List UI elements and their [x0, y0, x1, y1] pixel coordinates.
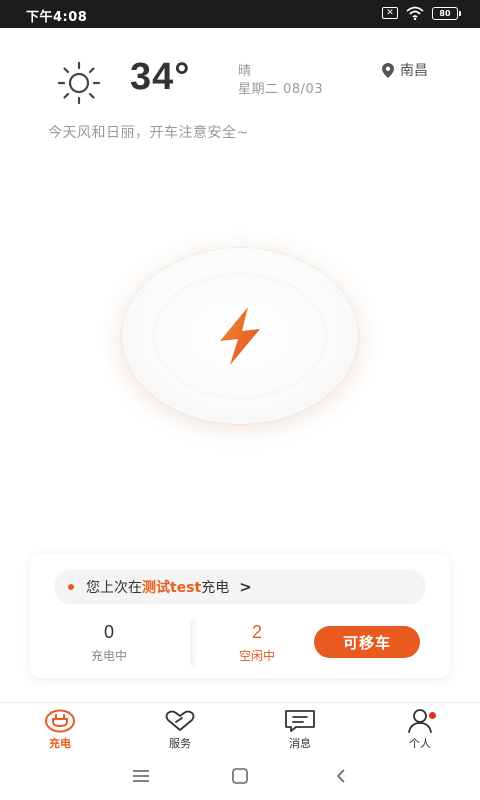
tab-label: 服务 — [169, 737, 191, 750]
charging-count: 0 — [103, 622, 114, 642]
tab-label: 充电 — [49, 737, 71, 750]
status-time: 下午4:08 — [26, 10, 88, 25]
tab-charge[interactable]: 充电 — [20, 709, 100, 751]
location-pin-icon — [382, 62, 394, 78]
home-square-icon — [232, 768, 248, 784]
plug-icon — [45, 709, 75, 733]
menu-icon — [133, 770, 149, 782]
weather-condition: 晴 — [238, 64, 252, 79]
bottom-tab-bar: 充电 服务 消息 个人 — [0, 702, 480, 752]
lightning-bolt-icon — [220, 307, 260, 365]
idle-count: 2 — [251, 622, 262, 642]
last-charge-link[interactable]: 您上次在 测试test 充电 > — [54, 570, 426, 604]
no-sim-icon: ✕ — [382, 7, 398, 19]
chevron-right-icon: > — [239, 578, 252, 596]
battery-icon: 80 — [432, 6, 461, 20]
sun-icon — [57, 61, 101, 105]
menu-nav-button[interactable] — [131, 766, 151, 786]
status-bar: 下午4:08 ✕ 80 — [0, 0, 480, 28]
last-charge-prefix: 您上次在 — [86, 580, 142, 596]
notification-badge — [429, 712, 436, 719]
last-charge-suffix: 充电 — [201, 580, 230, 596]
message-icon — [285, 710, 315, 732]
battery-level: 80 — [439, 8, 451, 18]
station-name: 测试test — [142, 580, 202, 596]
charging-label: 充电中 — [90, 649, 127, 663]
back-chevron-icon — [337, 769, 345, 783]
tab-service[interactable]: 服务 — [140, 709, 220, 751]
tab-messages[interactable]: 消息 — [260, 709, 340, 751]
charge-button[interactable] — [122, 248, 358, 424]
tab-label: 个人 — [409, 737, 431, 750]
charging-info-card: 您上次在 测试test 充电 > 0 充电中 2 空闲中 可移车 — [30, 554, 450, 678]
charging-stat: 0 充电中 — [64, 622, 154, 664]
heart-tag-icon — [165, 710, 195, 731]
idle-label: 空闲中 — [238, 649, 275, 663]
safety-tip: 今天风和日丽，开车注意安全~ — [48, 125, 249, 141]
system-nav-bar — [0, 752, 480, 800]
location-selector[interactable]: 南昌 — [382, 60, 428, 80]
charge-button-inner — [152, 272, 328, 400]
temperature: 34° — [130, 56, 191, 98]
tab-profile[interactable]: 个人 — [380, 709, 460, 751]
back-nav-button[interactable] — [331, 766, 351, 786]
dot-icon — [68, 584, 74, 590]
tab-label: 消息 — [289, 737, 311, 750]
idle-stat: 2 空闲中 — [212, 622, 302, 664]
status-icons: ✕ 80 — [382, 6, 461, 20]
wifi-icon — [406, 6, 424, 20]
move-car-button[interactable]: 可移车 — [314, 626, 420, 658]
location-city: 南昌 — [400, 63, 428, 79]
stat-divider — [190, 618, 196, 666]
weather-date: 星期二 08/03 — [238, 82, 324, 97]
home-nav-button[interactable] — [230, 766, 250, 786]
